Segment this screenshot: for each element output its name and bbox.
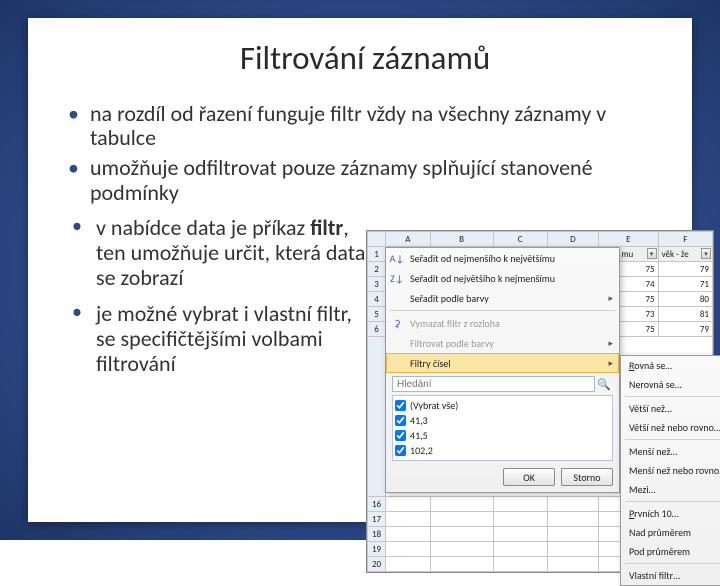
- cancel-button[interactable]: Storno: [561, 468, 613, 486]
- filter-values-list: (Vybrat vše) 41,3 41,5 102,2: [392, 395, 613, 461]
- filter-dropdown-menu: A↓ Seřadit od nejmenšího k největšímu Z↓…: [385, 247, 620, 493]
- col-header[interactable]: D: [547, 232, 598, 247]
- menu-sort-color[interactable]: Seřadit podle barvy ▸: [386, 288, 619, 308]
- submenu-item[interactable]: Menší než…: [621, 442, 720, 461]
- submenu-item[interactable]: Menší než nebo rovno…: [621, 461, 720, 480]
- slide-title: Filtrování záznamů: [68, 38, 662, 78]
- corner-cell[interactable]: [368, 232, 386, 247]
- row-header[interactable]: 1: [368, 247, 386, 262]
- menu-filter-color: Filtrovat podle barvy ▸: [386, 333, 619, 353]
- chevron-right-icon: ▸: [608, 293, 613, 304]
- bullet-list-main: na rozdíl od řazení funguje filtr vždy n…: [68, 102, 662, 205]
- chevron-right-icon: ▸: [608, 338, 613, 349]
- bullet-item: v nabídce data je příkaz filtr, ten umož…: [68, 215, 368, 291]
- submenu-item[interactable]: Nerovná se…: [621, 375, 720, 394]
- clear-filter-icon: ⚳: [390, 316, 404, 330]
- submenu-item[interactable]: Větší než…: [621, 399, 720, 418]
- col-header[interactable]: C: [493, 232, 547, 247]
- submenu-item[interactable]: Nad průměrem: [621, 523, 720, 542]
- chevron-down-icon[interactable]: ▾: [647, 248, 657, 259]
- filter-option[interactable]: 41,5: [395, 428, 610, 443]
- submenu-item[interactable]: Větší než nebo rovno…: [621, 418, 720, 437]
- col-header[interactable]: F: [658, 232, 712, 247]
- row-header[interactable]: 5: [368, 307, 386, 322]
- submenu-item[interactable]: Pod průměrem: [621, 542, 720, 561]
- row-header[interactable]: 3: [368, 277, 386, 292]
- excel-screenshot: A B C D E F 1 země▾ hl. město▾ rozloha▾ …: [366, 230, 714, 573]
- submenu-item[interactable]: Mezi…: [621, 480, 720, 499]
- row-header[interactable]: 2: [368, 262, 386, 277]
- menu-sort-desc[interactable]: Z↓ Seřadit od největšího k nejmenšímu: [386, 268, 619, 288]
- sort-desc-icon: Z↓: [390, 271, 404, 285]
- bullet-item: je možné vybrat i vlastní filtr, se spec…: [68, 301, 368, 377]
- submenu-item[interactable]: Rovná se…: [621, 356, 720, 375]
- chevron-right-icon: ▸: [608, 358, 613, 369]
- row-header[interactable]: 6: [368, 322, 386, 337]
- filter-option[interactable]: 102,2: [395, 443, 610, 458]
- submenu-item[interactable]: Vlastní filtr…: [621, 566, 720, 585]
- filter-header[interactable]: věk - že▾: [658, 247, 712, 262]
- menu-sort-asc[interactable]: A↓ Seřadit od nejmenšího k největšímu: [386, 248, 619, 268]
- filter-search: 🔍: [392, 376, 613, 392]
- menu-number-filters[interactable]: Filtry čísel ▸: [386, 353, 619, 373]
- bullet-item: umožňuje odfiltrovat pouze záznamy splňu…: [68, 156, 662, 204]
- chevron-down-icon[interactable]: ▾: [701, 248, 711, 259]
- number-filters-submenu: Rovná se… Nerovná se… Větší než… Větší n…: [620, 355, 720, 586]
- sort-asc-icon: A↓: [390, 251, 404, 265]
- filter-search-input[interactable]: [392, 376, 595, 392]
- col-header[interactable]: E: [599, 232, 659, 247]
- menu-clear-filter: ⚳ Vymazat filtr z rozloha: [386, 313, 619, 333]
- col-header[interactable]: B: [430, 232, 493, 247]
- filter-option[interactable]: 41,3: [395, 413, 610, 428]
- filter-option[interactable]: (Vybrat vše): [395, 398, 610, 413]
- row-header[interactable]: 4: [368, 292, 386, 307]
- search-icon: 🔍: [595, 376, 613, 392]
- ok-button[interactable]: OK: [503, 468, 555, 486]
- col-header[interactable]: A: [386, 232, 431, 247]
- bullet-item: na rozdíl od řazení funguje filtr vždy n…: [68, 102, 662, 150]
- submenu-item[interactable]: Prvních 10…: [621, 504, 720, 523]
